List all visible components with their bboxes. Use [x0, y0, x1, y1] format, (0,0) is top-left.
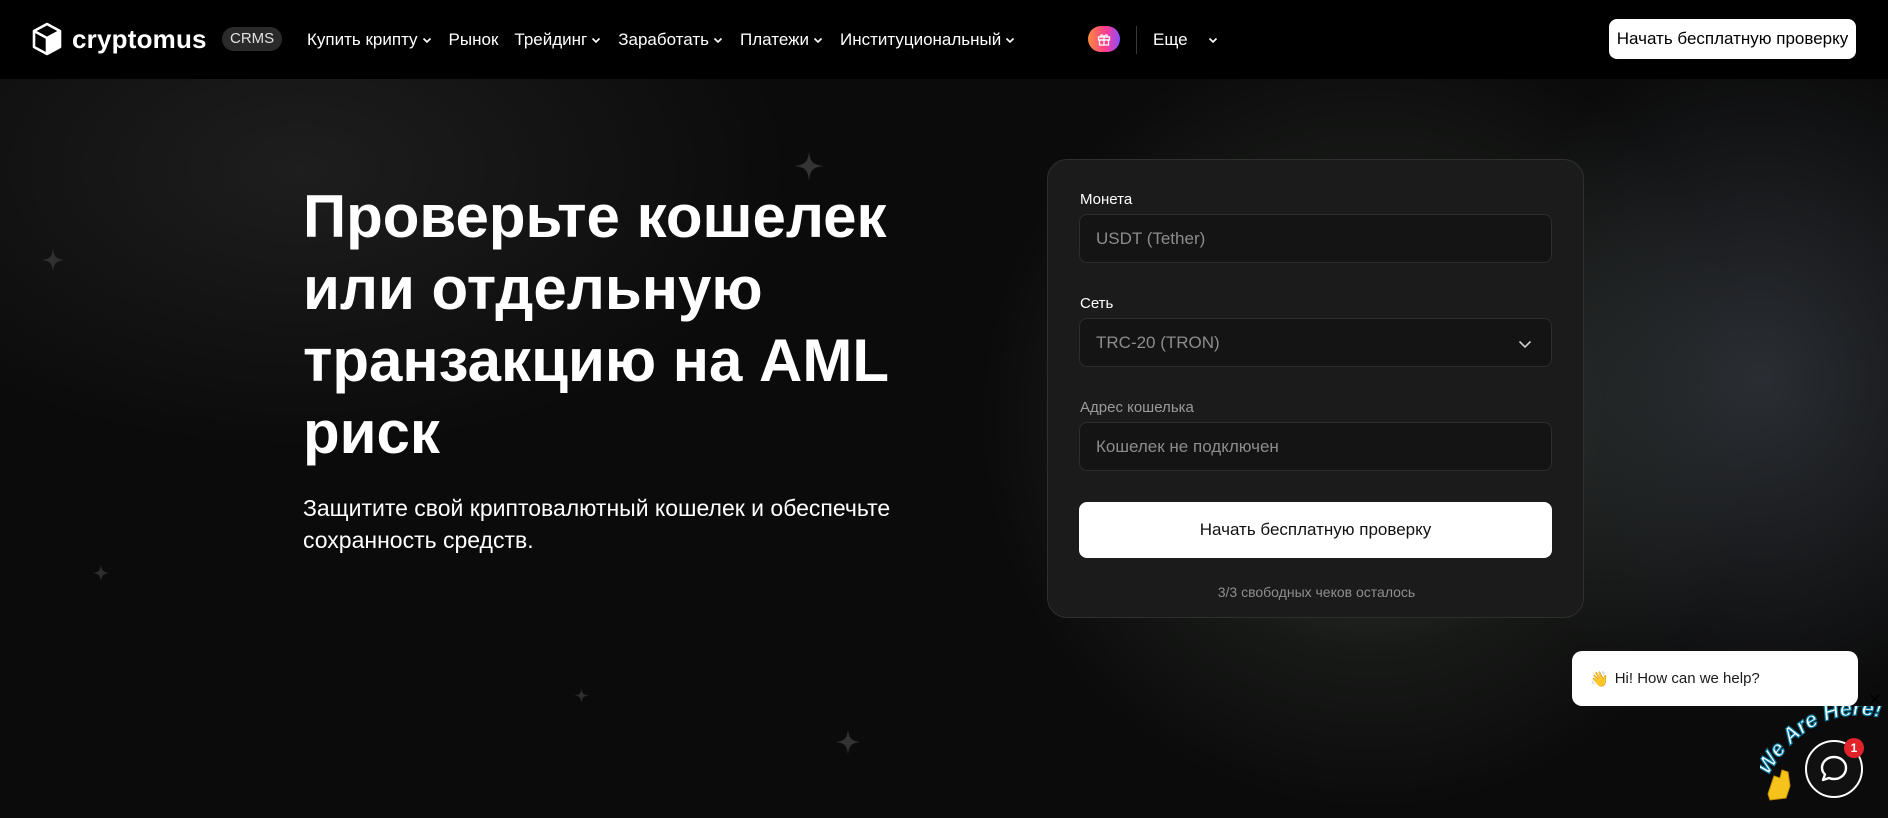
coin-value: USDT (Tether) [1096, 228, 1206, 248]
chevron-down-icon [592, 37, 601, 43]
wallet-address-input[interactable] [1079, 422, 1552, 471]
gift-icon [1097, 34, 1111, 46]
network-label: Сеть [1080, 295, 1114, 312]
cube-logo-icon [32, 22, 62, 56]
sparkle-icon [835, 729, 861, 755]
coin-label: Монета [1080, 191, 1133, 208]
page-title: Проверьте кошелек или отдельную транзакц… [303, 183, 888, 466]
brand-name: cryptomus [72, 23, 207, 54]
page-subtitle: Защитите свой криптовалютный кошелек и о… [303, 495, 891, 553]
network-value: TRC-20 (TRON) [1096, 332, 1220, 352]
aml-check-form: Монета USDT (Tether) Сеть TRC-20 (TRON) … [1047, 159, 1584, 618]
hero-section: Проверьте кошелек или отдельную транзакц… [0, 79, 1888, 818]
coin-select[interactable]: USDT (Tether) [1079, 214, 1552, 263]
chevron-down-icon [713, 37, 723, 43]
main-nav: Купить крипту Рынок Трейдинг Заработать … [307, 0, 1016, 79]
nav-item-market[interactable]: Рынок [449, 30, 499, 50]
nav-item-more[interactable]: Еще [1153, 0, 1219, 79]
nav-divider [1136, 26, 1137, 54]
crms-badge[interactable]: CRMS [222, 27, 283, 51]
chat-bubble-icon [1820, 755, 1848, 782]
start-free-check-header-button[interactable]: Начать бесплатную проверку [1609, 19, 1856, 59]
chevron-down-icon [422, 37, 431, 43]
sparkle-icon [794, 151, 824, 181]
unread-count-badge: 1 [1844, 738, 1864, 758]
gift-button[interactable] [1088, 26, 1120, 52]
nav-item-payments[interactable]: Платежи [740, 30, 824, 50]
cryptomus-logo[interactable]: cryptomus [32, 22, 207, 56]
nav-item-institutional[interactable]: Институциональный [840, 30, 1016, 50]
waving-hand-icon: 👋 [1590, 670, 1609, 688]
nav-item-trading[interactable]: Трейдинг [514, 30, 602, 50]
network-select[interactable]: TRC-20 (TRON) [1079, 318, 1552, 367]
wallet-address-label: Адрес кошелька [1080, 399, 1194, 416]
chat-greeting-bubble[interactable]: 👋 Hi! How can we help? [1572, 651, 1858, 706]
chevron-down-icon [813, 37, 823, 43]
sparkle-icon [574, 688, 589, 703]
nav-item-label: Купить крипту [307, 29, 418, 49]
chevron-down-icon [1208, 37, 1217, 43]
top-navigation-bar: cryptomus CRMS Купить крипту Рынок Трейд… [0, 0, 1888, 79]
nav-item-label: Заработать [618, 29, 710, 49]
nav-item-label: Институциональный [839, 29, 1002, 49]
start-free-check-button[interactable]: Начать бесплатную проверку [1079, 502, 1552, 558]
nav-item-label: Рынок [448, 29, 499, 49]
nav-item-label: Еще [1153, 29, 1188, 49]
free-checks-remaining: 3/3 свободных чеков осталось [1217, 584, 1416, 600]
nav-item-buy-crypto[interactable]: Купить крипту [307, 30, 433, 50]
chevron-down-icon [1518, 340, 1532, 349]
chat-greeting-text: Hi! How can we help? [1614, 670, 1760, 687]
sparkle-icon [92, 564, 110, 582]
nav-item-label: Платежи [740, 29, 809, 49]
sparkle-icon [41, 248, 65, 272]
nav-item-earn[interactable]: Заработать [618, 30, 724, 50]
nav-item-label: Трейдинг [514, 29, 588, 49]
chevron-down-icon [1006, 37, 1015, 43]
